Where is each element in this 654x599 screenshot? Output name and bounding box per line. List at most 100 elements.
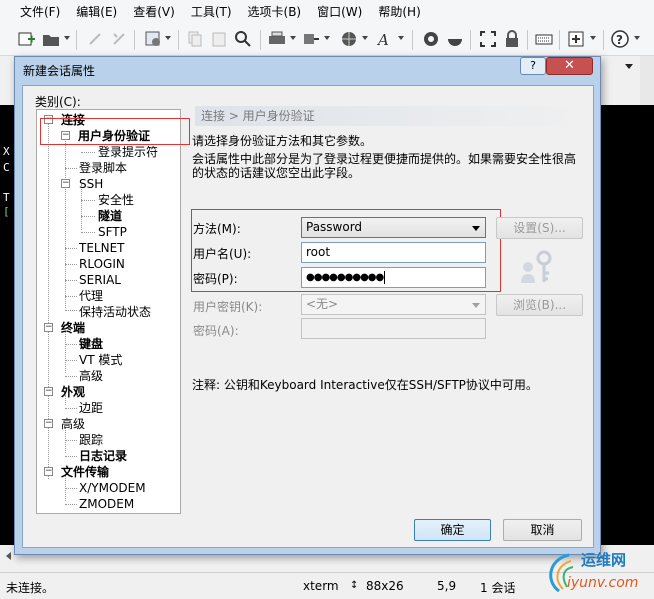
tree-item-file-transfer[interactable]: 文件传输	[61, 465, 109, 479]
tree-item-security[interactable]: 安全性	[98, 193, 134, 207]
tree-line	[81, 232, 95, 233]
tree-line	[65, 408, 77, 409]
ok-button[interactable]: 确定	[414, 519, 491, 541]
tree-collapse-icon[interactable]: −	[44, 419, 53, 428]
keyboard-icon[interactable]	[535, 30, 553, 48]
toolbar-separator	[527, 30, 528, 50]
connection-status: 未连接。	[6, 581, 55, 595]
chevron-down-icon[interactable]	[64, 36, 70, 40]
tree-collapse-icon[interactable]: −	[44, 467, 53, 476]
chevron-down-icon[interactable]	[324, 36, 330, 40]
key-icon	[520, 249, 554, 285]
password-input[interactable]: ●●●●●●●●●●	[301, 267, 486, 288]
terminal-line: X	[3, 145, 10, 158]
tree-item-serial[interactable]: SERIAL	[79, 273, 121, 287]
tree-collapse-icon[interactable]: −	[44, 323, 53, 332]
help-icon[interactable]: ?	[611, 30, 629, 48]
new-session-icon[interactable]	[18, 30, 36, 48]
cursor-position: 5,9	[437, 579, 457, 593]
scroll-left-icon[interactable]	[6, 552, 11, 560]
username-input[interactable]: root	[301, 242, 486, 263]
browse-button[interactable]: 浏览(B)...	[496, 294, 583, 316]
toolbar-separator	[559, 30, 560, 50]
copy-icon[interactable]	[186, 30, 204, 48]
tree-item-zmodem[interactable]: ZMODEM	[79, 497, 134, 511]
tree-line	[65, 264, 77, 265]
description-text: 请选择身份验证方法和其它参数。	[192, 134, 373, 148]
toolbar-separator	[470, 30, 471, 50]
tree-item-trace[interactable]: 跟踪	[79, 433, 103, 447]
terminal-line: C	[3, 161, 10, 174]
tree-item-terminal-advanced[interactable]: 高级	[79, 369, 103, 383]
scrollbar[interactable]	[640, 56, 654, 105]
chevron-down-icon[interactable]	[165, 36, 171, 40]
tree-item-keep-alive[interactable]: 保持活动状态	[79, 305, 151, 319]
tree-item-logging[interactable]: 日志记录	[79, 449, 127, 463]
tree-item-tunneling[interactable]: 隧道	[98, 209, 122, 223]
tree-item-advanced[interactable]: 高级	[61, 417, 85, 431]
menu-window[interactable]: 窗口(W)	[309, 0, 370, 24]
open-folder-icon[interactable]	[42, 30, 60, 48]
category-tree[interactable]: − 连接 − 用户身份验证 登录提示符 登录脚本 − SSH 安全性 隧道 SF…	[36, 109, 181, 514]
menu-file[interactable]: 文件(F)	[12, 0, 68, 24]
chevron-down-icon[interactable]	[625, 64, 633, 69]
properties-icon[interactable]	[144, 30, 162, 48]
method-select-value: Password	[306, 220, 363, 234]
note-text: 注释: 公钥和Keyboard Interactive仅在SSH/SFTP协议中…	[192, 378, 538, 392]
tree-collapse-icon[interactable]: −	[61, 179, 70, 188]
tree-item-vt-mode[interactable]: VT 模式	[79, 353, 122, 367]
globe-icon[interactable]	[340, 30, 358, 48]
dialog-title: 新建会话属性	[23, 64, 96, 78]
passphrase-input[interactable]	[301, 318, 486, 339]
resize-icon: ↕	[350, 580, 359, 591]
svg-text:?: ?	[616, 33, 623, 47]
print-icon[interactable]	[268, 30, 286, 48]
font-icon[interactable]: A	[376, 30, 394, 49]
tree-item-login-prompts[interactable]: 登录提示符	[98, 145, 158, 159]
user-key-select[interactable]: <无>	[301, 294, 486, 315]
paste-icon[interactable]	[210, 30, 228, 48]
dialog-close-button[interactable]: ✕	[546, 57, 593, 75]
tree-item-keyboard[interactable]: 键盘	[79, 337, 103, 351]
menu-tools[interactable]: 工具(T)	[183, 0, 240, 24]
tree-item-appearance[interactable]: 外观	[61, 385, 85, 399]
transfer-icon[interactable]	[302, 30, 320, 48]
tree-item-telnet[interactable]: TELNET	[79, 241, 125, 255]
xftp-icon[interactable]	[422, 30, 440, 48]
tree-item-terminal[interactable]: 终端	[61, 321, 85, 335]
tree-item-sftp[interactable]: SFTP	[98, 225, 127, 239]
chevron-down-icon[interactable]	[290, 36, 296, 40]
menu-edit[interactable]: 编辑(E)	[68, 0, 125, 24]
tree-item-xymodem[interactable]: X/YMODEM	[79, 481, 146, 495]
cancel-button[interactable]: 取消	[503, 519, 582, 541]
fullscreen-icon[interactable]	[479, 30, 497, 48]
tree-item-proxy[interactable]: 代理	[79, 289, 103, 303]
tree-item-margins[interactable]: 边距	[79, 401, 103, 415]
method-select[interactable]: Password	[301, 217, 486, 238]
xshell-icon[interactable]	[446, 30, 464, 48]
tree-collapse-icon[interactable]: −	[44, 387, 53, 396]
settings-button[interactable]: 设置(S)...	[496, 217, 583, 239]
chevron-down-icon[interactable]	[590, 36, 596, 40]
menu-tabs[interactable]: 选项卡(B)	[240, 0, 310, 24]
tree-line	[65, 360, 77, 361]
terminal-area-right[interactable]	[601, 105, 654, 545]
dialog-help-button[interactable]: ?	[520, 57, 546, 75]
tree-line	[81, 152, 95, 153]
lock-icon[interactable]	[503, 30, 521, 48]
tree-item-rlogin[interactable]: RLOGIN	[79, 257, 125, 271]
reconnect-icon[interactable]	[86, 30, 104, 48]
chevron-down-icon[interactable]	[634, 36, 640, 40]
disconnect-icon[interactable]	[110, 30, 128, 48]
menu-help[interactable]: 帮助(H)	[370, 0, 428, 24]
find-icon[interactable]	[234, 30, 252, 48]
add-icon[interactable]	[567, 30, 585, 48]
chevron-down-icon[interactable]	[362, 36, 368, 40]
terminal-area[interactable]: X C T [	[0, 105, 14, 545]
category-label: 类别(C):	[35, 95, 81, 109]
chevron-down-icon[interactable]	[398, 36, 404, 40]
menu-view[interactable]: 查看(V)	[125, 0, 183, 24]
tree-item-ssh[interactable]: SSH	[79, 177, 103, 191]
tree-item-login-script[interactable]: 登录脚本	[79, 161, 127, 175]
dialog-client-area: 类别(C): − 连接 − 用户身份验证 登录提示符 登录脚本 − SSH 安全…	[22, 85, 594, 548]
